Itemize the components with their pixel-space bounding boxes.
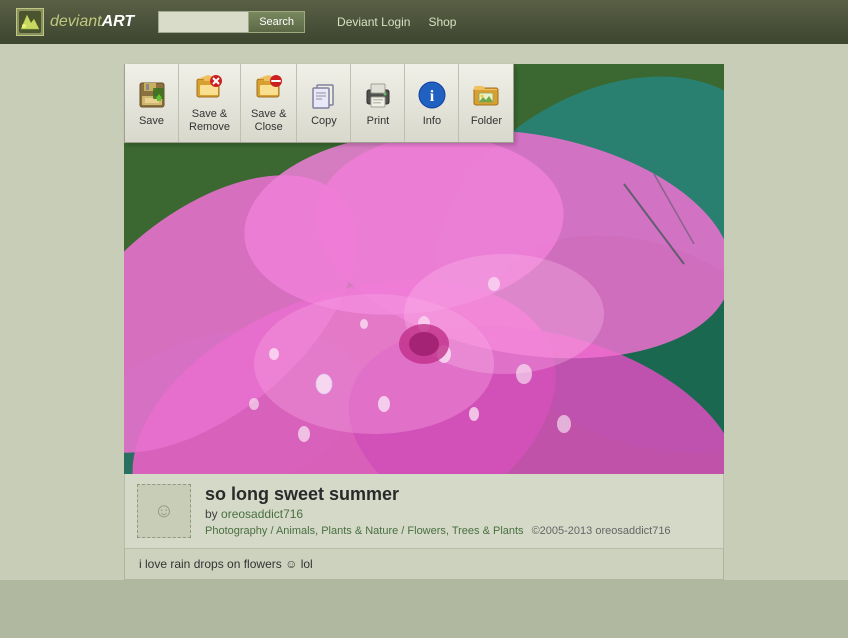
logo-text: deviantART [50, 13, 134, 31]
save-label: Save [139, 115, 164, 128]
header: deviantART Search Deviant Login Shop [0, 0, 848, 44]
save-close-label: Save &Close [251, 108, 286, 134]
folder-label: Folder [471, 115, 502, 128]
comment-text: i love rain drops on flowers [139, 557, 282, 571]
info-label: Info [423, 115, 441, 128]
svg-text:i: i [430, 88, 435, 105]
print-label: Print [367, 115, 390, 128]
toolbar: Save [124, 64, 514, 143]
save-button[interactable]: Save [125, 64, 179, 142]
author-link[interactable]: oreosaddict716 [221, 507, 303, 521]
save-icon [136, 79, 168, 111]
copyright-text: ©2005-2013 oreosaddict716 [532, 525, 671, 537]
info-button[interactable]: i Info [405, 64, 459, 142]
main-content: Save [0, 44, 848, 580]
comment-section: i love rain drops on flowers ☺ lol [124, 549, 724, 580]
thumbnail: ☺ [137, 484, 191, 538]
print-button[interactable]: Print [351, 64, 405, 142]
artwork-title: so long sweet summer [205, 484, 711, 505]
search-area: Search [158, 11, 305, 33]
cat2-link[interactable]: Animals, Plants & Nature [276, 525, 398, 537]
save-close-icon [253, 72, 285, 104]
image-container: Save [124, 64, 724, 474]
copy-button[interactable]: Copy [297, 64, 351, 142]
logo-icon [16, 8, 44, 36]
comment-suffix: lol [301, 557, 313, 571]
info-section: ☺ so long sweet summer by oreosaddict716… [124, 474, 724, 549]
artwork-by: by oreosaddict716 [205, 507, 711, 521]
folder-button[interactable]: Folder [459, 64, 513, 142]
cat1-link[interactable]: Photography [205, 525, 267, 537]
print-icon [362, 79, 394, 111]
by-label: by [205, 507, 218, 521]
search-input[interactable] [158, 11, 248, 33]
search-button[interactable]: Search [248, 11, 305, 33]
copy-icon [308, 79, 340, 111]
save-remove-label: Save &Remove [189, 108, 230, 134]
nav-links: Deviant Login Shop [337, 15, 456, 29]
info-icon: i [416, 79, 448, 111]
copy-label: Copy [311, 115, 337, 128]
shop-link[interactable]: Shop [428, 15, 456, 29]
cat3-link[interactable]: Flowers, Trees & Plants [407, 525, 523, 537]
artwork-category: Photography / Animals, Plants & Nature /… [205, 525, 524, 537]
folder-icon [470, 79, 502, 111]
comment-emoji: ☺ [285, 557, 297, 571]
login-link[interactable]: Deviant Login [337, 15, 410, 29]
save-remove-button[interactable]: Save &Remove [179, 64, 241, 142]
title-area: so long sweet summer by oreosaddict716 P… [205, 484, 711, 537]
logo-area: deviantART [16, 8, 134, 36]
save-close-button[interactable]: Save &Close [241, 64, 297, 142]
content-wrapper: Save [114, 64, 734, 580]
save-remove-icon [193, 72, 225, 104]
